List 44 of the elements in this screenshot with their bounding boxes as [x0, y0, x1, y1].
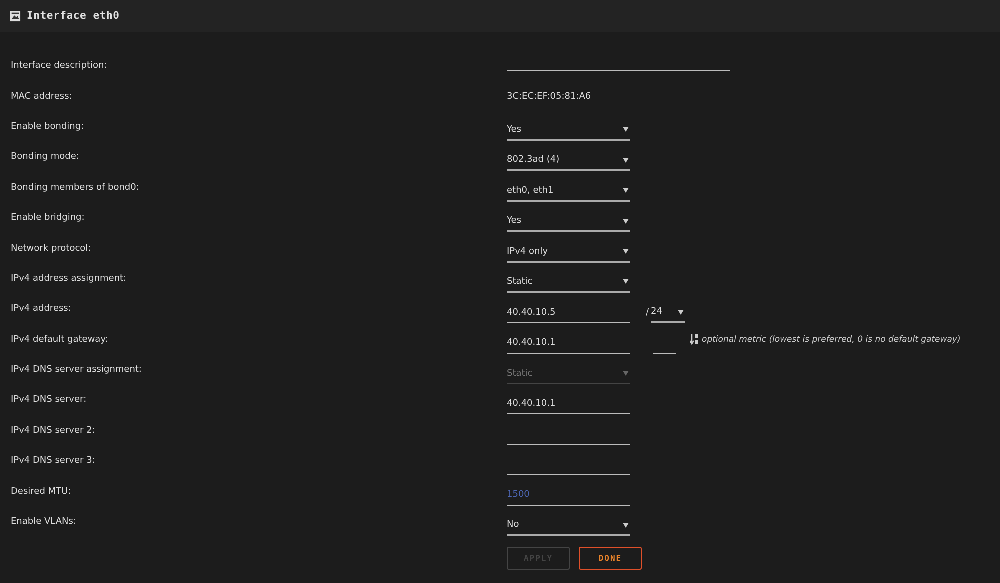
caret-icon	[623, 279, 629, 284]
input-field[interactable]: 40.40.10.1	[507, 394, 630, 414]
field-label: IPv4 address assignment:	[10, 274, 128, 284]
field-label: Interface description:	[10, 61, 108, 72]
field-label: Bonding members of bond0:	[10, 182, 140, 193]
select-field[interactable]: IPv4 only	[507, 242, 630, 263]
sort-icon	[690, 334, 699, 346]
field-label: Desired MTU:	[10, 486, 72, 497]
field-label: Network protocol:	[10, 244, 92, 254]
field-label: Bonding mode:	[10, 152, 80, 162]
field-label: IPv4 DNS server:	[10, 395, 88, 406]
caret-icon	[623, 218, 629, 224]
select-field[interactable]: 24	[651, 303, 686, 324]
field-label: Enable VLANs:	[10, 517, 78, 528]
field-label: IPv4 DNS server 2:	[10, 426, 96, 436]
select-field[interactable]: eth0, eth1	[507, 182, 630, 202]
panel-title: Interface eth0	[27, 10, 120, 22]
input-field[interactable]: 40.40.10.5	[507, 303, 630, 324]
field-label: Enable bonding:	[10, 122, 86, 132]
mask-separator: /	[646, 308, 650, 318]
caret-icon	[678, 310, 684, 315]
caret-icon	[623, 249, 629, 254]
select-field[interactable]: No	[507, 516, 630, 536]
input-field[interactable]: 1500	[507, 486, 630, 506]
metric-hint: optional metric (lowest is preferred, 0 is no default gateway)	[702, 334, 961, 345]
field-label: IPv4 DNS server assignment:	[10, 365, 143, 376]
field-label: IPv4 default gateway:	[10, 334, 110, 345]
field-label: MAC address:	[10, 92, 74, 102]
caret-icon	[623, 158, 629, 163]
field-label: IPv4 address:	[10, 304, 72, 314]
input-field[interactable]: 40.40.10.1	[507, 334, 630, 354]
action-button[interactable]: DONE	[579, 547, 642, 570]
select-field[interactable]: Yes	[507, 120, 630, 141]
select-field[interactable]: 802.3ad (4)	[507, 151, 630, 172]
select-field[interactable]: Yes	[507, 212, 630, 232]
image-icon	[10, 10, 21, 22]
select-field[interactable]: Static	[507, 272, 630, 293]
caret-icon	[623, 188, 629, 194]
field-label: IPv4 DNS server 3:	[10, 456, 96, 466]
field-value: 3C:EC:EF:05:81:A6	[507, 92, 592, 102]
field-label: Enable bridging:	[10, 213, 86, 224]
caret-icon	[623, 371, 629, 376]
caret-icon	[623, 522, 629, 528]
caret-icon	[623, 127, 629, 132]
